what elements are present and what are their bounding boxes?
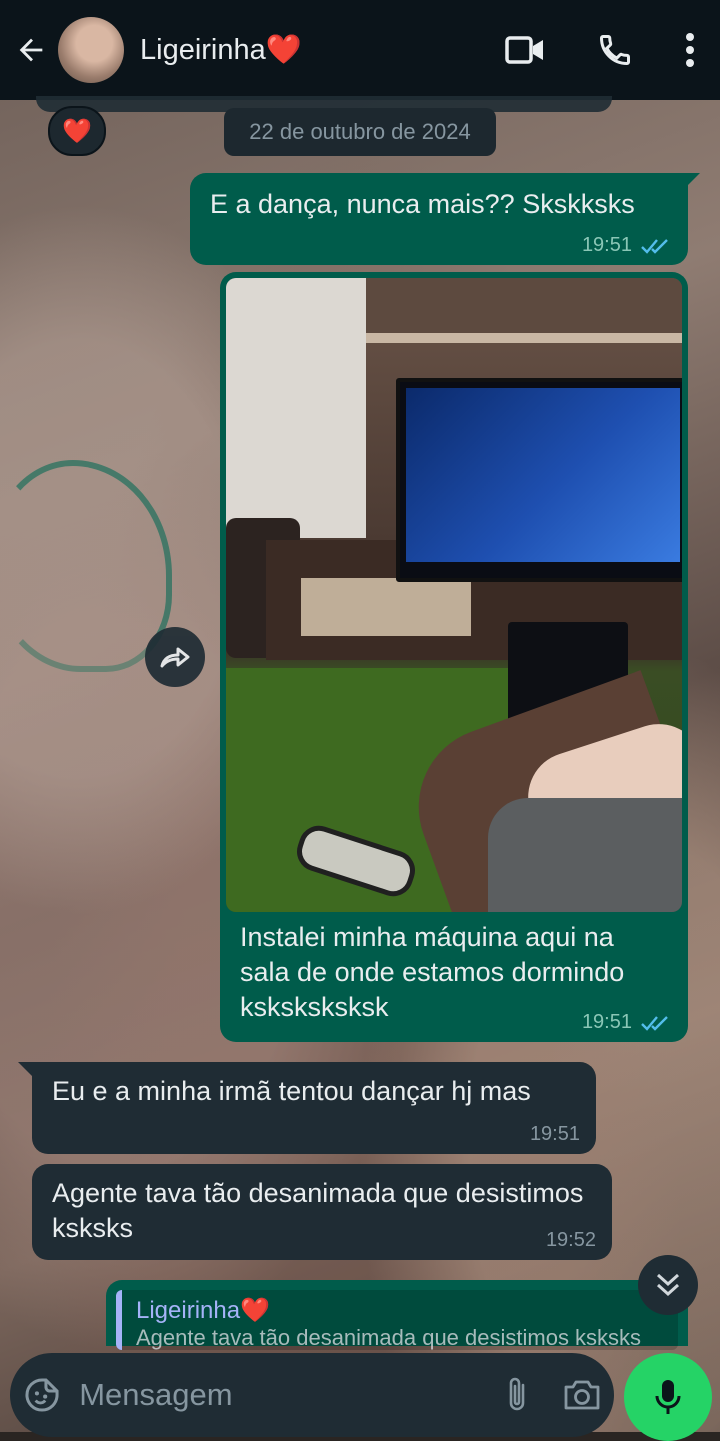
message-time: 19:51: [529, 1123, 580, 1145]
reaction-badge[interactable]: ❤️: [48, 106, 106, 156]
outgoing-image-message[interactable]: Instalei minha máquina aqui na sala de o…: [220, 272, 688, 1042]
outgoing-message[interactable]: E a dança, nunca mais?? Skskksks 19:51: [190, 173, 688, 265]
message-meta: 19:52: [546, 1229, 596, 1252]
more-vertical-icon: [686, 33, 694, 67]
back-button[interactable]: [4, 0, 58, 100]
quoted-message[interactable]: Ligeirinha❤️ Agente tava tão desanimada …: [116, 1290, 678, 1350]
date-separator: 22 de outubro de 2024: [224, 108, 496, 156]
message-text: Agente tava tão desanimada que desistimo…: [52, 1178, 584, 1243]
photo-tv: [396, 378, 682, 582]
sticker-icon: [25, 1378, 59, 1412]
microphone-icon: [655, 1380, 681, 1414]
forward-button[interactable]: [145, 627, 205, 687]
bubble-tail: [686, 173, 700, 187]
photo-shelf: [366, 278, 682, 338]
message-time: 19:51: [581, 1011, 632, 1033]
camera-button[interactable]: [549, 1353, 614, 1437]
message-meta: 19:51: [530, 1123, 580, 1146]
attach-button[interactable]: [484, 1353, 549, 1437]
image-caption: Instalei minha máquina aqui na sala de o…: [240, 922, 625, 1022]
read-receipt-icon: [640, 1014, 670, 1032]
message-meta: 19:51: [582, 234, 670, 257]
arrow-left-icon: [19, 38, 43, 62]
message-time: 19:51: [581, 234, 632, 256]
quote-text: Agente tava tão desanimada que desistimo…: [136, 1325, 642, 1350]
double-chevron-down-icon: [656, 1273, 680, 1297]
incoming-message[interactable]: Agente tava tão desanimada que desistimo…: [32, 1164, 612, 1260]
forward-icon: [160, 647, 190, 668]
voice-call-button[interactable]: [570, 0, 660, 100]
message-text: Eu e a minha irmã tentou dançar hj mas: [52, 1076, 531, 1106]
video-call-button[interactable]: [480, 0, 570, 100]
read-receipt-icon: [640, 237, 670, 255]
video-camera-icon: [505, 36, 543, 64]
quote-author: Ligeirinha❤️: [136, 1297, 270, 1324]
emoji-button[interactable]: [10, 1353, 73, 1437]
message-meta: 19:51: [582, 1011, 670, 1034]
chat-header: Ligeirinha❤️: [0, 0, 720, 100]
contact-avatar[interactable]: [58, 17, 124, 83]
camera-icon: [564, 1380, 599, 1410]
message-time: 19:52: [545, 1229, 596, 1251]
phone-icon: [599, 35, 630, 66]
voice-message-button[interactable]: [624, 1353, 712, 1441]
paperclip-icon: [509, 1377, 524, 1411]
photo-shorts: [488, 798, 682, 912]
contact-name[interactable]: Ligeirinha❤️: [140, 33, 302, 67]
scroll-to-bottom-button[interactable]: [638, 1255, 698, 1315]
photo-tv-screen: [406, 388, 680, 562]
photo-shelf-edge: [366, 333, 682, 343]
message-input[interactable]: [73, 1353, 485, 1437]
outgoing-reply-message[interactable]: Ligeirinha❤️ Agente tava tão desanimada …: [106, 1280, 688, 1350]
incoming-message[interactable]: Eu e a minha irmã tentou dançar hj mas 1…: [32, 1062, 596, 1154]
photo-wall: [226, 278, 366, 538]
heart-icon: ❤️: [62, 117, 92, 145]
menu-button[interactable]: [660, 0, 720, 100]
message-composer: [10, 1353, 614, 1437]
message-text: E a dança, nunca mais?? Skskksks: [210, 189, 635, 219]
bubble-tail: [18, 1062, 32, 1076]
photo-drawer: [301, 578, 471, 636]
message-photo[interactable]: [226, 278, 682, 912]
